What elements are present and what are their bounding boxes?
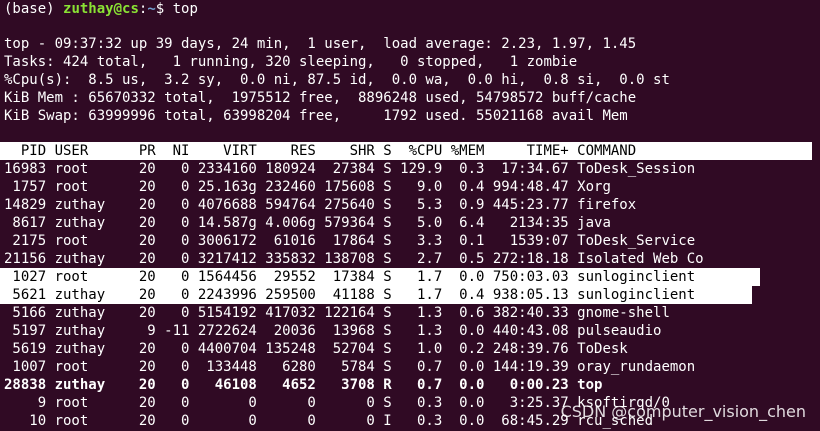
process-row: 2175 root 20 0 3006172 61016 17864 S 3.3… bbox=[4, 233, 696, 249]
process-row: 5197 zuthay 9 -11 2722624 20036 13968 S … bbox=[4, 323, 662, 339]
process-row-highlighted: 1027 root 20 0 1564456 29552 17384 S 1.7… bbox=[0, 268, 760, 286]
cpu-line: %Cpu(s): 8.5 us, 3.2 sy, 0.0 ni, 87.5 id… bbox=[4, 72, 670, 88]
process-row-running: 28838 zuthay 20 0 46108 4652 3708 R 0.7 … bbox=[4, 377, 603, 393]
process-row: 1757 root 20 0 25.163g 232460 175608 S 9… bbox=[4, 179, 611, 195]
process-row: 5166 zuthay 20 0 5154192 417032 122164 S… bbox=[4, 305, 670, 321]
process-row: 14829 zuthay 20 0 4076688 594764 275640 … bbox=[4, 197, 637, 213]
user-host: zuthay@cs bbox=[63, 1, 139, 17]
uptime-line: top - 09:37:32 up 39 days, 24 min, 1 use… bbox=[4, 36, 637, 52]
process-row: 16983 root 20 0 2334160 180924 27384 S 1… bbox=[4, 161, 696, 177]
process-row: 5619 zuthay 20 0 4400704 135248 52704 S … bbox=[4, 341, 628, 357]
mem-line: KiB Mem : 65670332 total, 1975512 free, … bbox=[4, 90, 637, 106]
prompt-dollar: $ bbox=[155, 1, 173, 17]
swap-line: KiB Swap: 63999996 total, 63998204 free,… bbox=[4, 108, 628, 124]
process-table-header: PID USER PR NI VIRT RES SHR S %CPU %MEM … bbox=[0, 142, 812, 160]
process-row: 21156 zuthay 20 0 3217412 335832 138708 … bbox=[4, 251, 704, 267]
conda-env-label: (base) bbox=[4, 1, 64, 17]
tasks-line: Tasks: 424 total, 1 running, 320 sleepin… bbox=[4, 54, 578, 70]
current-path: ~ bbox=[147, 1, 156, 17]
process-row-highlighted: 5621 zuthay 20 0 2243996 259500 41188 S … bbox=[0, 286, 752, 304]
typed-command: top bbox=[172, 1, 198, 17]
watermark: CSDN @computer_vision_chen bbox=[560, 402, 806, 421]
process-row: 1007 root 20 0 133448 6280 5784 S 0.7 0.… bbox=[4, 359, 696, 375]
terminal-window[interactable]: (base) zuthay@cs:~$ top top - 09:37:32 u… bbox=[0, 0, 820, 431]
shell-prompt-line: (base) zuthay@cs:~$ top bbox=[0, 0, 820, 18]
process-row: 8617 zuthay 20 0 14.587g 4.006g 579364 S… bbox=[4, 215, 611, 231]
